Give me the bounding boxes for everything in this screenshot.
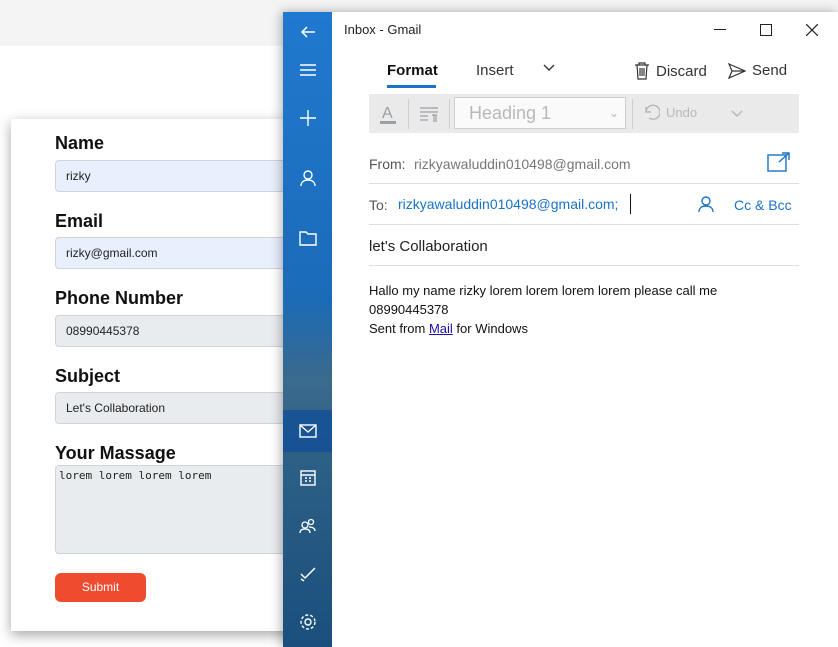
email-input[interactable]: rizky@gmail.com [55, 237, 295, 269]
mail-window: Inbox - Gmail Format Insert Discard Send… [283, 12, 838, 647]
heading-style-value: Heading 1 [469, 103, 552, 123]
message-label: Your Massage [55, 443, 176, 463]
toolbar-divider [449, 99, 450, 129]
name-label: Name [55, 133, 105, 153]
people-icon[interactable] [283, 506, 332, 546]
mail-icon[interactable] [283, 410, 332, 452]
trash-icon [635, 62, 649, 80]
text-caret [630, 194, 631, 214]
signature-line: Sent from Mail for Windows [369, 319, 717, 338]
window-title: Inbox - Gmail [344, 22, 422, 37]
subject-divider [369, 265, 799, 266]
body-line: Hallo my name rizky lorem lorem lorem lo… [369, 283, 718, 298]
to-label: To: [369, 197, 388, 213]
tab-insert[interactable]: Insert [476, 62, 514, 79]
send-label: Send [752, 62, 788, 79]
back-arrow-icon[interactable] [283, 12, 332, 52]
heading-style-select[interactable]: Heading 1 ⌄ [454, 97, 626, 129]
to-input[interactable]: rizkyawaluddin010498@gmail.com; [398, 196, 618, 212]
to-divider [369, 224, 799, 225]
calendar-icon[interactable] [283, 458, 332, 498]
message-body[interactable]: Hallo my name rizky lorem lorem lorem lo… [369, 281, 717, 338]
hamburger-icon[interactable] [283, 50, 332, 90]
from-label: From: [369, 156, 406, 172]
person-icon[interactable] [283, 158, 332, 198]
phone-input[interactable]: 08990445378 [55, 315, 295, 347]
settings-icon[interactable] [283, 602, 332, 642]
message-textarea[interactable]: lorem lorem lorem lorem [55, 465, 295, 554]
cc-bcc-button[interactable]: Cc & Bcc [734, 197, 792, 213]
format-toolbar: A Heading 1 ⌄ Undo [369, 94, 799, 133]
chevron-down-icon: ⌄ [608, 106, 619, 120]
name-input[interactable]: rizky [55, 160, 295, 192]
toolbar-more-chevron-icon[interactable] [723, 100, 751, 128]
body-line: 08990445378 [369, 302, 449, 317]
todo-icon[interactable] [283, 554, 332, 594]
undo-button[interactable]: Undo [642, 103, 697, 121]
close-icon[interactable] [789, 12, 835, 48]
discard-button[interactable]: Discard [634, 62, 707, 80]
toolbar-divider [408, 99, 409, 129]
minimize-icon[interactable] [697, 12, 743, 48]
maximize-icon[interactable] [743, 12, 789, 48]
undo-label: Undo [666, 104, 698, 120]
contact-form-card: Name rizky Email rizky@gmail.com Phone N… [11, 119, 311, 631]
from-divider [369, 183, 799, 184]
paragraph-format-icon[interactable] [415, 100, 443, 128]
more-tabs-chevron-icon[interactable] [543, 64, 555, 72]
plus-icon[interactable] [283, 98, 332, 138]
submit-button[interactable]: Submit [55, 573, 146, 602]
folder-icon[interactable] [283, 218, 332, 258]
signature-suffix: for Windows [452, 321, 528, 336]
undo-icon [645, 104, 660, 120]
contact-picker-icon[interactable] [697, 195, 715, 218]
send-icon [728, 62, 746, 79]
phone-label: Phone Number [55, 288, 184, 308]
from-value[interactable]: rizkyawaluddin010498@gmail.com [414, 156, 631, 172]
font-color-icon[interactable]: A [374, 100, 402, 128]
toolbar-divider [632, 99, 633, 129]
subject-input[interactable]: let's Collaboration [369, 238, 488, 255]
send-button[interactable]: Send [728, 62, 787, 79]
email-label: Email [55, 211, 104, 231]
subject-input[interactable]: Let's Collaboration [55, 392, 295, 424]
tab-format[interactable]: Format [387, 62, 438, 79]
open-in-window-icon[interactable] [767, 152, 791, 177]
tab-format-underline [387, 85, 436, 88]
signature-prefix: Sent from [369, 321, 429, 336]
subject-label: Subject [55, 366, 121, 386]
navigation-rail [283, 12, 332, 647]
mail-app-link[interactable]: Mail [429, 321, 453, 336]
svg-text:A: A [382, 105, 393, 122]
discard-label: Discard [656, 62, 707, 80]
